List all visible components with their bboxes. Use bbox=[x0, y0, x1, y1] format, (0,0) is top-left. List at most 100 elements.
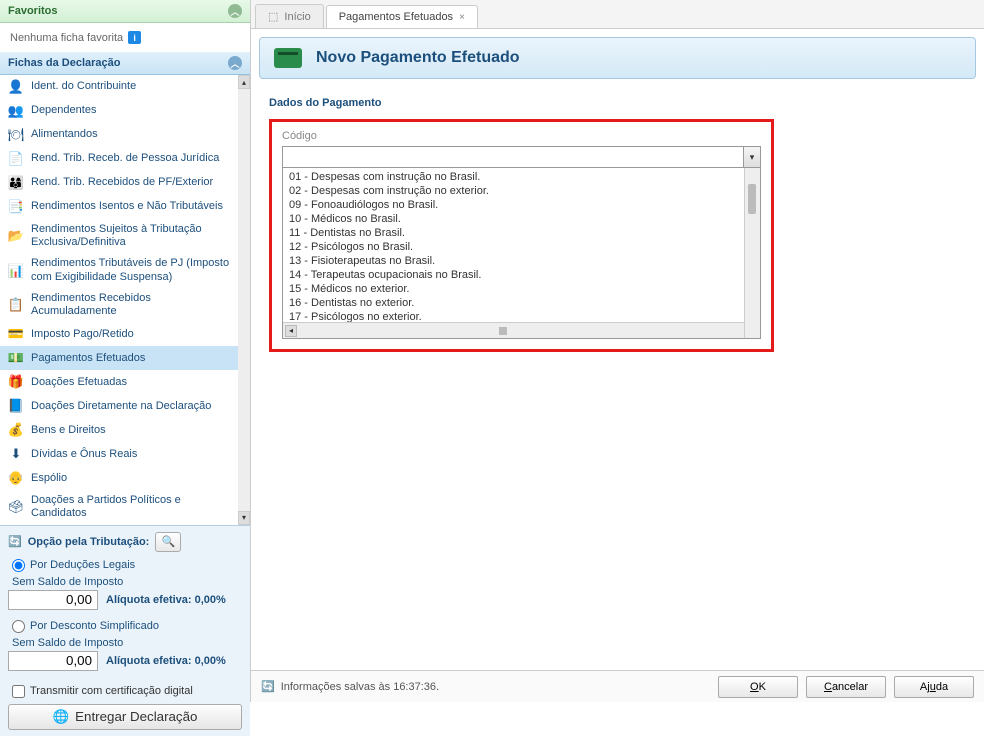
ficha-label: Rendimentos Tributáveis de PJ (Imposto c… bbox=[31, 257, 230, 283]
sidebar-item[interactable]: 🍽 Alimentandos bbox=[0, 123, 238, 147]
sidebar-item[interactable]: 🎁Doações Efetuadas bbox=[0, 370, 238, 394]
radio-desconto-input[interactable] bbox=[12, 620, 25, 633]
chevron-up-icon: ︿ bbox=[228, 56, 242, 70]
dropdown-option[interactable]: 02 - Despesas com instrução no exterior. bbox=[283, 184, 760, 198]
ficha-label: Doações a Partidos Políticos e Candidato… bbox=[31, 494, 230, 520]
help-button[interactable]: Ajuda bbox=[894, 676, 974, 698]
sidebar-item[interactable]: 👤 Ident. do Contribuinte bbox=[0, 75, 238, 99]
fichas-title: Fichas da Declaração bbox=[8, 57, 121, 69]
ficha-label: Rend. Trib. Recebidos de PF/Exterior bbox=[31, 176, 230, 189]
dropdown-option[interactable]: 15 - Médicos no exterior. bbox=[283, 282, 760, 296]
sidebar-item[interactable]: 👨‍👩‍👦 Rend. Trib. Recebidos de PF/Exterio… bbox=[0, 171, 238, 195]
ficha-icon: 👤 bbox=[8, 79, 24, 95]
radio-deducoes-input[interactable] bbox=[12, 559, 25, 572]
ficha-icon: 👴 bbox=[8, 470, 24, 486]
sidebar-item[interactable]: 📄Rend. Trib. Receb. de Pessoa Jurídica bbox=[0, 147, 238, 171]
sidebar-item[interactable]: 💰 Bens e Direitos bbox=[0, 418, 238, 442]
ficha-label: Alimentandos bbox=[31, 128, 230, 141]
tab-bar: ⬚ Início Pagamentos Efetuados × bbox=[251, 0, 984, 29]
ficha-icon: 📂 bbox=[8, 228, 24, 244]
sidebar-item[interactable]: 📑Rendimentos Isentos e Não Tributáveis bbox=[0, 195, 238, 219]
close-icon[interactable]: × bbox=[459, 12, 465, 23]
scroll-up-icon[interactable]: ▴ bbox=[238, 75, 250, 89]
dropdown-option[interactable]: 10 - Médicos no Brasil. bbox=[283, 212, 760, 226]
favorites-title: Favoritos bbox=[8, 5, 58, 17]
home-icon: ⬚ bbox=[268, 10, 278, 23]
ficha-icon: 🍽 bbox=[8, 127, 24, 143]
tab-inicio[interactable]: ⬚ Início bbox=[255, 4, 324, 28]
sidebar-item[interactable]: 💵Pagamentos Efetuados bbox=[0, 346, 238, 370]
ficha-icon: 📊 bbox=[8, 263, 24, 279]
ficha-label: Rendimentos Recebidos Acumuladamente bbox=[31, 292, 230, 318]
codigo-input[interactable] bbox=[282, 146, 743, 168]
ficha-icon: 💵 bbox=[8, 350, 24, 366]
codigo-dropdown: 01 - Despesas com instrução no Brasil.02… bbox=[282, 168, 761, 339]
ficha-icon: ⬇ bbox=[8, 446, 24, 462]
valor-deducoes[interactable] bbox=[8, 590, 98, 610]
ficha-label: Espólio bbox=[31, 472, 230, 485]
ficha-label: Dívidas e Ônus Reais bbox=[31, 448, 230, 461]
favorites-header[interactable]: Favoritos ︿ bbox=[0, 0, 250, 23]
aliquota-2: Alíquota efetiva: 0,00% bbox=[106, 655, 226, 667]
globe-icon: 🔄 bbox=[8, 535, 22, 548]
section-title: Dados do Pagamento bbox=[269, 97, 966, 109]
sidebar-item[interactable]: 👴 Espólio bbox=[0, 466, 238, 490]
sidebar-item[interactable]: 💳Imposto Pago/Retido bbox=[0, 322, 238, 346]
sidebar-item[interactable]: 🗳Doações a Partidos Políticos e Candidat… bbox=[0, 490, 238, 524]
dropdown-option[interactable]: 17 - Psicólogos no exterior. bbox=[283, 310, 760, 322]
sidebar-item[interactable]: 📊 Rendimentos Tributáveis de PJ (Imposto … bbox=[0, 253, 238, 287]
radio-deducoes[interactable]: Por Deduções Legais bbox=[8, 557, 242, 574]
transmitir-checkbox[interactable] bbox=[12, 685, 25, 698]
scroll-down-icon[interactable]: ▾ bbox=[238, 511, 250, 525]
ficha-label: Ident. do Contribuinte bbox=[31, 80, 230, 93]
transmitir-row[interactable]: Transmitir com certificação digital bbox=[8, 679, 242, 704]
dropdown-option[interactable]: 13 - Fisioterapeutas no Brasil. bbox=[283, 254, 760, 268]
ficha-label: Rendimentos Sujeitos à Tributação Exclus… bbox=[31, 223, 230, 249]
ficha-icon: 💰 bbox=[8, 422, 24, 438]
opcao-label: Opção pela Tributação: bbox=[28, 536, 150, 548]
dropdown-option[interactable]: 14 - Terapeutas ocupacionais no Brasil. bbox=[283, 268, 760, 282]
status-text: Informações salvas às 16:37:36. bbox=[281, 681, 439, 693]
fichas-list: 👤 Ident. do Contribuinte 👥Dependentes 🍽 Alim… bbox=[0, 75, 238, 525]
fichas-header[interactable]: Fichas da Declaração ︿ bbox=[0, 52, 250, 75]
info-icon[interactable]: i bbox=[128, 31, 141, 44]
ficha-icon: 🎁 bbox=[8, 374, 24, 390]
dropdown-option[interactable]: 12 - Psicólogos no Brasil. bbox=[283, 240, 760, 254]
ficha-icon: 📑 bbox=[8, 199, 24, 215]
ok-button[interactable]: OK bbox=[718, 676, 798, 698]
valor-desconto[interactable] bbox=[8, 651, 98, 671]
tab-pagamentos[interactable]: Pagamentos Efetuados × bbox=[326, 5, 478, 28]
ficha-icon: 💳 bbox=[8, 326, 24, 342]
dropdown-option[interactable]: 16 - Dentistas no exterior. bbox=[283, 296, 760, 310]
tributacao-panel: 🔄 Opção pela Tributação: 🔍 Por Deduções … bbox=[0, 525, 250, 736]
sem-saldo-1: Sem Saldo de Imposto bbox=[8, 576, 242, 588]
dropdown-option[interactable]: 11 - Dentistas no Brasil. bbox=[283, 226, 760, 240]
sidebar-item[interactable]: 📂 Rendimentos Sujeitos à Tributação Exclu… bbox=[0, 219, 238, 253]
dropdown-button[interactable]: ▾ bbox=[743, 146, 761, 168]
dropdown-vscroll[interactable] bbox=[744, 168, 760, 338]
sidebar-item[interactable]: ⬇ Dívidas e Ônus Reais bbox=[0, 442, 238, 466]
refresh-icon: 🔄 bbox=[261, 680, 275, 693]
radio-desconto[interactable]: Por Desconto Simplificado bbox=[8, 618, 242, 635]
search-button[interactable]: 🔍 bbox=[155, 532, 181, 552]
sidebar-item[interactable]: 👥Dependentes bbox=[0, 99, 238, 123]
ficha-label: Bens e Direitos bbox=[31, 424, 230, 437]
ficha-label: Doações Diretamente na Declaração bbox=[31, 400, 230, 413]
entregar-button[interactable]: 🌐 Entregar Declaração bbox=[8, 704, 242, 730]
dropdown-option[interactable]: 01 - Despesas com instrução no Brasil. bbox=[283, 170, 760, 184]
ficha-icon: 👨‍👩‍👦 bbox=[8, 175, 24, 191]
dropdown-option[interactable]: 09 - Fonoaudiólogos no Brasil. bbox=[283, 198, 760, 212]
sem-saldo-2: Sem Saldo de Imposto bbox=[8, 637, 242, 649]
ficha-icon: 📄 bbox=[8, 151, 24, 167]
cancel-button[interactable]: Cancelar bbox=[806, 676, 886, 698]
sidebar-item[interactable]: 📘Doações Diretamente na Declaração bbox=[0, 394, 238, 418]
globe-icon: 🌐 bbox=[53, 709, 70, 725]
ficha-icon: 📋 bbox=[8, 297, 24, 313]
aliquota-1: Alíquota efetiva: 0,00% bbox=[106, 594, 226, 606]
payment-icon bbox=[274, 48, 302, 68]
sidebar-scrollbar[interactable]: ▴ ▾ bbox=[238, 75, 250, 525]
footer-bar: 🔄 Informações salvas às 16:37:36. OK Can… bbox=[251, 670, 984, 702]
dropdown-hscroll[interactable]: ◂ ▸ bbox=[283, 322, 760, 338]
sidebar-item[interactable]: 📋 Rendimentos Recebidos Acumuladamente bbox=[0, 288, 238, 322]
scroll-left-icon[interactable]: ◂ bbox=[285, 325, 297, 337]
